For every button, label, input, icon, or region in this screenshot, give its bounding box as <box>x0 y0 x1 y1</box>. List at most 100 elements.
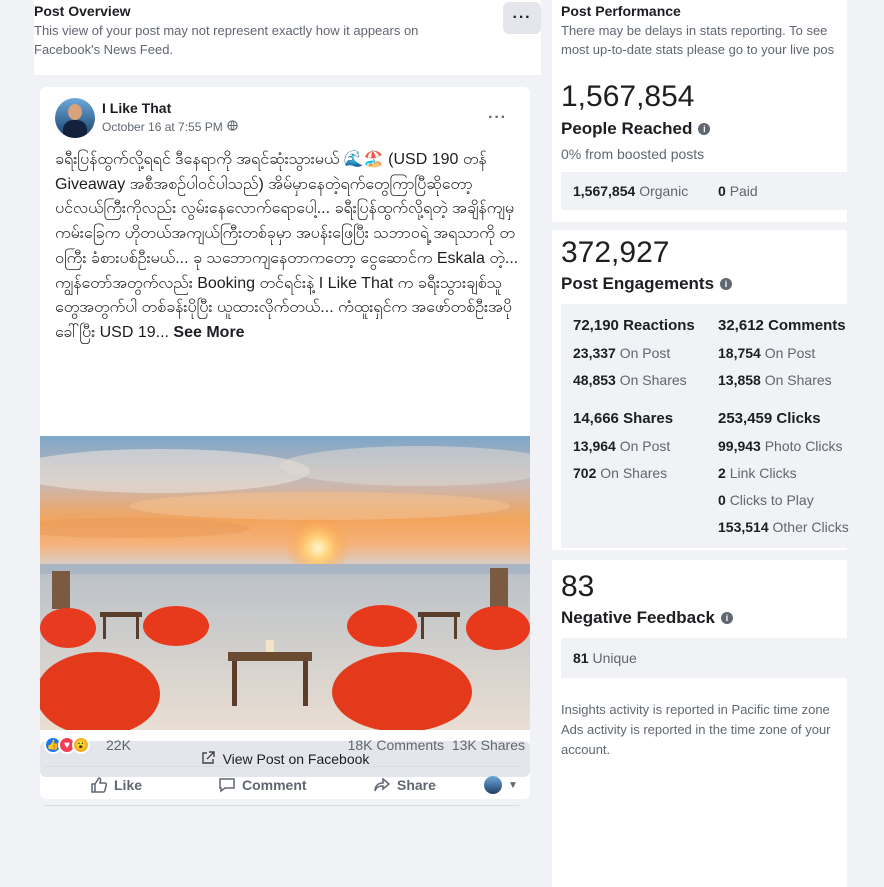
reactions-count[interactable]: 22K <box>106 737 131 753</box>
post-meta: October 16 at 7:55 PM <box>102 120 238 134</box>
link-clicks: 2 Link Clicks <box>718 465 797 481</box>
comment-button[interactable]: Comment <box>218 776 307 794</box>
comments-stat: 32,612 Comments <box>718 317 846 334</box>
shares-label: Shares <box>623 410 674 427</box>
info-icon[interactable]: i <box>720 278 733 290</box>
reactions-on-shares: 48,853 On Shares <box>573 372 687 388</box>
negative-feedback-label: Negative Feedback i <box>561 608 734 628</box>
comments-on-post-value: 18,754 <box>718 345 761 361</box>
post-date[interactable]: October 16 at 7:55 PM <box>102 120 223 134</box>
shares-on-post: 13,964 On Post <box>573 438 670 454</box>
engagement-breakdown: 72,190 Reactions 23,337 On Post 48,853 O… <box>561 304 849 548</box>
comments-on-shares: 13,858 On Shares <box>718 372 832 388</box>
shares-on-shares-value: 702 <box>573 465 597 481</box>
comments-shares-count[interactable]: 18K Comments 13K Shares <box>348 737 525 753</box>
reactions-on-post-value: 23,337 <box>573 345 616 361</box>
paid-value: 0 <box>718 183 726 199</box>
people-reached-label-text: People Reached <box>561 119 693 138</box>
on-shares-label: On Shares <box>619 372 687 388</box>
post-overview-header: Post Overview This view of your post may… <box>34 0 541 75</box>
paid-stat: 0 Paid <box>718 183 758 199</box>
chevron-down-icon: ▼ <box>508 779 518 791</box>
thumbs-up-icon <box>91 777 108 793</box>
globe-icon <box>227 120 238 134</box>
other-clicks: 153,514 Other Clicks <box>718 519 849 535</box>
page-name[interactable]: I Like That <box>102 100 171 116</box>
reactions-bar: 👍 ♥ 😮 22K 18K Comments 13K Shares <box>44 733 529 757</box>
on-post-label: On Post <box>764 345 816 361</box>
post-performance-subtitle: There may be delays in stats reporting. … <box>561 21 861 59</box>
post-message-text: ခရီးပြန်ထွက်လို့ရရင် ဒီနေရာကို အရင်ဆုံးသ… <box>55 151 519 341</box>
post-performance-header: Post Performance There may be delays in … <box>552 0 847 62</box>
on-shares-label: On Shares <box>764 372 832 388</box>
post-engagements-value: 372,927 <box>561 236 670 269</box>
subtitle-line-2: most up-to-date stats please go to your … <box>561 42 835 57</box>
share-label: Share <box>397 777 436 793</box>
clicks-value: 253,459 <box>718 410 773 427</box>
unique-label: Unique <box>592 650 637 666</box>
post-overview-title: Post Overview <box>34 3 131 19</box>
overview-more-button[interactable]: ··· <box>503 2 541 34</box>
footer-section: Insights activity is reported in Pacific… <box>552 685 847 887</box>
see-more-link[interactable]: See More <box>173 324 244 341</box>
post-image[interactable] <box>40 436 530 730</box>
clicks-to-play-value: 0 <box>718 492 726 508</box>
post-overview-subtitle: This view of your post may not represent… <box>34 23 419 57</box>
unique-stat: 81 Unique <box>573 650 637 666</box>
shares-value: 14,666 <box>573 410 619 427</box>
photo-clicks-value: 99,943 <box>718 438 761 454</box>
reaction-emojis[interactable]: 👍 ♥ 😮 <box>44 736 90 754</box>
post-message: ခရီးပြန်ထွက်လို့ရရင် ဒီနေရာကို အရင်ဆုံးသ… <box>55 148 520 346</box>
footer-line-1: Insights activity is reported in Pacific… <box>561 702 830 717</box>
comments-on-post: 18,754 On Post <box>718 345 815 361</box>
unique-value: 81 <box>573 650 589 666</box>
boosted-note: 0% from boosted posts <box>561 146 705 162</box>
avatar <box>484 776 502 794</box>
comments-label: Comments <box>768 317 846 334</box>
people-reached-label: People Reached i <box>561 119 711 139</box>
comments-value: 32,612 <box>718 317 764 334</box>
post-card: I Like That October 16 at 7:55 PM ··· ခရ… <box>40 87 530 799</box>
post-performance-title: Post Performance <box>561 3 681 19</box>
info-icon[interactable]: i <box>721 612 734 624</box>
photo-clicks-label: Photo Clicks <box>764 438 843 454</box>
negative-feedback-section: 83 Negative Feedback i 81 Unique <box>552 560 847 685</box>
negative-feedback-label-text: Negative Feedback <box>561 608 716 627</box>
comments-on-shares-value: 13,858 <box>718 372 761 388</box>
page-avatar[interactable] <box>55 98 95 138</box>
on-shares-label: On Shares <box>600 465 668 481</box>
link-clicks-value: 2 <box>718 465 726 481</box>
comment-label: Comment <box>242 777 307 793</box>
reach-breakdown: 1,567,854 Organic 0 Paid <box>561 172 847 210</box>
footer-line-2: Ads activity is reported in the time zon… <box>561 722 831 737</box>
other-clicks-label: Other Clicks <box>772 519 849 535</box>
post-as-selector[interactable]: ▼ <box>484 776 518 794</box>
like-button[interactable]: Like <box>90 776 142 794</box>
on-post-label: On Post <box>619 438 671 454</box>
reactions-stat: 72,190 Reactions <box>573 317 695 334</box>
paid-label: Paid <box>729 183 758 199</box>
comment-icon <box>219 778 235 793</box>
post-engagements-label: Post Engagements i <box>561 274 733 294</box>
post-more-icon[interactable]: ··· <box>488 109 507 127</box>
subtitle-line-1: There may be delays in stats reporting. … <box>561 23 828 38</box>
on-post-label: On Post <box>619 345 671 361</box>
organic-label: Organic <box>639 183 689 199</box>
organic-stat: 1,567,854 Organic <box>573 183 688 199</box>
share-button[interactable]: Share <box>373 776 436 794</box>
other-clicks-value: 153,514 <box>718 519 769 535</box>
link-clicks-label: Link Clicks <box>729 465 797 481</box>
people-reached-section: 1,567,854 People Reached i 0% from boost… <box>552 62 847 222</box>
post-overview-column: Post Overview This view of your post may… <box>34 0 541 887</box>
photo-clicks: 99,943 Photo Clicks <box>718 438 843 454</box>
like-label: Like <box>114 777 143 793</box>
info-icon[interactable]: i <box>698 123 711 135</box>
shares-on-post-value: 13,964 <box>573 438 616 454</box>
post-engagements-label-text: Post Engagements <box>561 274 715 293</box>
shares-on-shares: 702 On Shares <box>573 465 667 481</box>
reactions-value: 72,190 <box>573 317 619 334</box>
post-performance-column: Post Performance There may be delays in … <box>552 0 849 887</box>
insights-timezone-note: Insights activity is reported in Pacific… <box>561 700 861 760</box>
clicks-stat: 253,459 Clicks <box>718 410 821 427</box>
post-actions: Like Comment Share ▼ <box>44 766 519 806</box>
